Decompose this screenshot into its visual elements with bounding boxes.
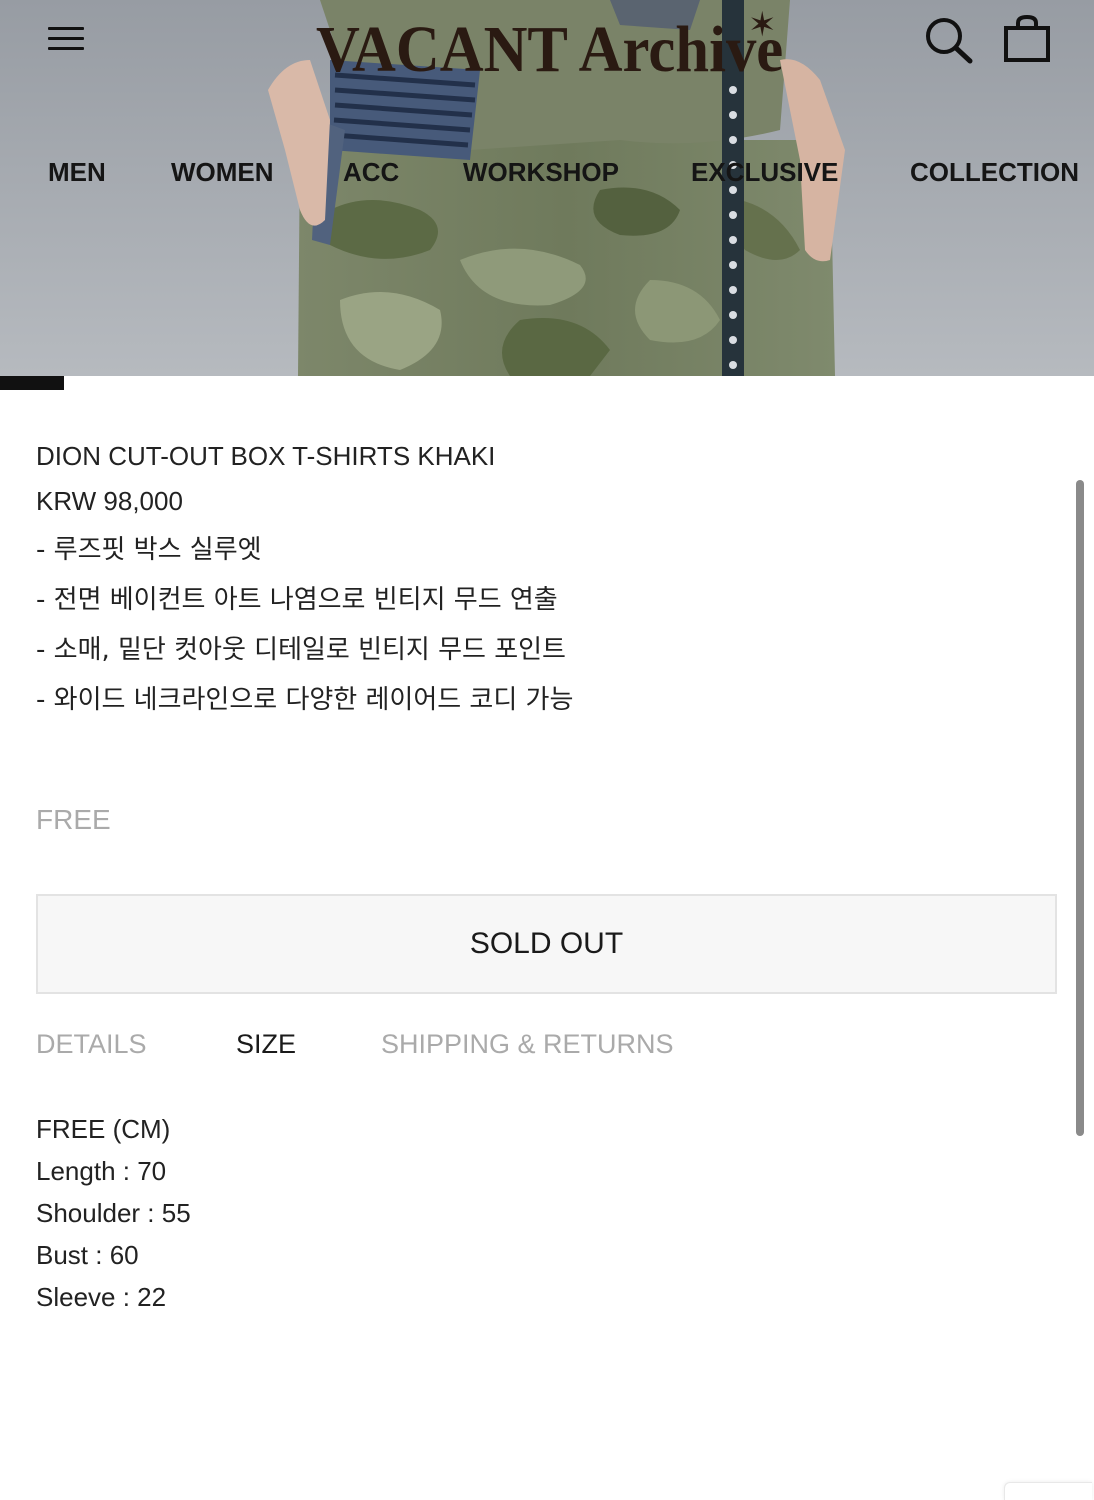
nav-item-collection[interactable]: COLLECTION (910, 150, 1079, 194)
tab-size[interactable]: SIZE (236, 1024, 296, 1064)
nav-item-acc[interactable]: ACC (343, 150, 399, 194)
shopping-bag-icon[interactable] (1002, 14, 1052, 64)
nav-item-men[interactable]: MEN (48, 150, 106, 194)
product-price: KRW 98,000 (36, 486, 183, 516)
size-option-free[interactable]: FREE (36, 800, 111, 840)
sold-out-button[interactable]: SOLD OUT (36, 894, 1057, 994)
description-line: - 소매, 밑단 컷아웃 디테일로 빈티지 무드 포인트 (36, 635, 566, 665)
tab-shipping-returns[interactable]: SHIPPING & RETURNS (381, 1024, 674, 1064)
image-slider-indicator[interactable] (0, 376, 64, 390)
hamburger-menu-icon[interactable] (48, 24, 86, 56)
search-icon[interactable] (924, 16, 974, 64)
nav-item-women[interactable]: WOMEN (171, 150, 274, 194)
product-name: DION CUT-OUT BOX T-SHIRTS KHAKI (36, 441, 496, 471)
brand-logo[interactable]: VACANT Archive (316, 10, 783, 90)
logo-star-icon: ✶ (748, 5, 777, 45)
hero-image: VACANT Archive ✶ MEN WOMEN ACC WORKSHOP … (0, 0, 1094, 376)
size-info-shoulder: Shoulder : 55 (36, 1198, 191, 1228)
floating-widget[interactable] (1004, 1482, 1092, 1500)
description-line: - 루즈핏 박스 실루엣 (36, 535, 262, 565)
nav-item-workshop[interactable]: WORKSHOP (463, 150, 619, 194)
tab-details[interactable]: DETAILS (36, 1024, 147, 1064)
nav-item-exclusive[interactable]: EXCLUSIVE (691, 150, 838, 194)
size-info-heading: FREE (CM) (36, 1114, 171, 1144)
description-line: - 전면 베이컨트 아트 나염으로 빈티지 무드 연출 (36, 585, 558, 615)
size-info-length: Length : 70 (36, 1156, 167, 1186)
main-navigation: MEN WOMEN ACC WORKSHOP EXCLUSIVE COLLECT… (0, 150, 1094, 194)
size-info-sleeve: Sleeve : 22 (36, 1282, 167, 1312)
scrollbar[interactable] (1076, 480, 1084, 1136)
size-info-bust: Bust : 60 (36, 1240, 139, 1270)
description-line: - 와이드 네크라인으로 다양한 레이어드 코디 가능 (36, 685, 574, 715)
